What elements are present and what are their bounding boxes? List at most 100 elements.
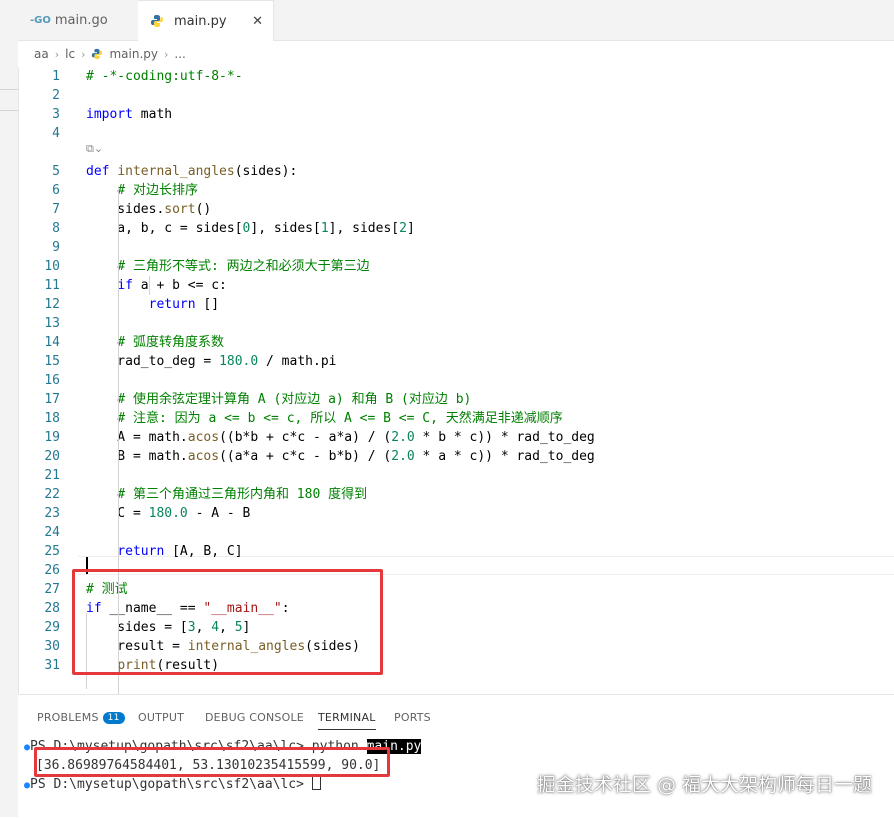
code-line[interactable]: 5 def internal_angles(sides):: [18, 162, 894, 181]
close-icon[interactable]: ✕: [252, 14, 263, 29]
line-number: 3: [52, 107, 60, 122]
code-line[interactable]: 1 # -*-coding:utf-8-*-: [18, 67, 894, 86]
code-text: return []: [86, 295, 219, 314]
code-token: def: [86, 164, 110, 179]
code-token: 2.0: [391, 430, 415, 445]
code-text: rad_to_deg = 180.0 / math.pi: [86, 352, 336, 371]
code-token: * a * c)) * rad_to_deg: [414, 449, 595, 464]
code-line[interactable]: 10 # 三角形不等式: 两边之和必须大于第三边: [18, 257, 894, 276]
tab-label: PROBLEMS: [37, 711, 99, 724]
line-number: 20: [44, 449, 60, 464]
code-line[interactable]: 23 C = 180.0 - A - B: [18, 504, 894, 523]
line-number: 28: [44, 601, 60, 616]
code-token: 2.0: [391, 449, 415, 464]
line-number: 6: [52, 183, 60, 198]
code-line[interactable]: 2: [18, 86, 894, 105]
line-number: 17: [44, 392, 60, 407]
code-token: * b * c)) * rad_to_deg: [414, 430, 595, 445]
watermark: 掘金技术社区 @ 福大大架构师每日一题: [536, 774, 872, 796]
code-line[interactable]: 8 a, b, c = sides[0], sides[1], sides[2]: [18, 219, 894, 238]
line-number: 18: [44, 411, 60, 426]
code-token: a + b <= c:: [132, 278, 227, 293]
code-lens-icon[interactable]: ⧉⌄: [86, 142, 103, 156]
terminal-cursor: [311, 775, 321, 790]
tab-output[interactable]: OUTPUT: [138, 711, 184, 724]
code-token: / math.: [258, 354, 321, 369]
code-line[interactable]: 25 return [A, B, C]: [18, 542, 894, 561]
code-token: [A, B, C]: [164, 544, 243, 559]
code-line[interactable]: 15 rad_to_deg = 180.0 / math.pi: [18, 352, 894, 371]
line-number: 7: [52, 202, 60, 217]
tab-label: main.go: [54, 12, 108, 28]
code-token: sort: [164, 202, 196, 217]
code-token: acos: [187, 430, 220, 445]
highlight-box-output: [34, 747, 390, 777]
code-text: C = 180.0 - A - B: [86, 504, 250, 523]
terminal-prompt: PS D:\mysetup\gopath\src\sf2\aa\lc>: [30, 777, 312, 792]
line-number: 5: [52, 164, 60, 179]
code-line[interactable]: 21: [18, 466, 894, 485]
code-token: # 三角形不等式: 两边之和必须大于第三边: [117, 259, 370, 274]
code-text: A = math.acos((b*b + c*c - a*a) / (2.0 *…: [86, 428, 595, 447]
code-line[interactable]: 20 B = math.acos((a*a + c*c - b*b) / (2.…: [18, 447, 894, 466]
tab-terminal[interactable]: TERMINAL: [318, 711, 376, 730]
tab-debug-console[interactable]: DEBUG CONSOLE: [205, 711, 304, 724]
code-line[interactable]: 18 # 注意: 因为 a <= b <= c, 所以 A <= B <= C,…: [18, 409, 894, 428]
terminal-line: ●PS D:\mysetup\gopath\src\sf2\aa\lc>: [24, 775, 321, 794]
line-number: 30: [44, 639, 60, 654]
code-line[interactable]: 24: [18, 523, 894, 542]
code-line[interactable]: 16: [18, 371, 894, 390]
line-number: 15: [44, 354, 60, 369]
panel-tabs: PROBLEMS 11 OUTPUT DEBUG CONSOLE TERMINAL…: [18, 695, 894, 737]
code-line[interactable]: 22 # 第三个角通过三角形内角和 180 度得到: [18, 485, 894, 504]
code-line[interactable]: 17 # 使用余弦定理计算角 A (对应边 a) 和角 B (对应边 b): [18, 390, 894, 409]
code-token: 1: [320, 221, 329, 236]
code-token: ]: [406, 221, 415, 236]
code-token: a, b, c = sides[: [86, 221, 243, 236]
line-number: 12: [44, 297, 60, 312]
code-text: # 三角形不等式: 两边之和必须大于第三边: [86, 257, 370, 276]
code-token: 2: [399, 221, 407, 236]
highlight-box-test-code: [72, 569, 383, 675]
tab-main-go[interactable]: -GO main.go: [18, 0, 138, 40]
line-number: 14: [44, 335, 60, 350]
code-line[interactable]: 9: [18, 238, 894, 257]
code-text: # 弧度转角度系数: [86, 333, 224, 352]
code-line[interactable]: 6 # 对边长排序: [18, 181, 894, 200]
code-token: - A - B: [187, 506, 251, 521]
code-token: 180.0: [219, 354, 259, 369]
line-number: 1: [52, 69, 60, 84]
breadcrumb-folder-aa[interactable]: aa: [34, 47, 49, 61]
line-number: 21: [44, 468, 60, 483]
tab-problems[interactable]: PROBLEMS 11: [37, 711, 125, 724]
code-line[interactable]: 3 import math: [18, 105, 894, 124]
tab-ports[interactable]: PORTS: [394, 711, 431, 724]
line-number: 29: [44, 620, 60, 635]
line-number: 31: [44, 658, 60, 673]
line-number: 24: [44, 525, 60, 540]
code-line[interactable]: 14 # 弧度转角度系数: [18, 333, 894, 352]
breadcrumb-symbol[interactable]: ...: [174, 47, 185, 61]
code-line[interactable]: 7 sides.sort(): [18, 200, 894, 219]
code-token: 180.0: [148, 506, 188, 521]
line-number: 16: [44, 373, 60, 388]
code-line[interactable]: 12 return []: [18, 295, 894, 314]
code-line[interactable]: 19 A = math.acos((b*b + c*c - a*a) / (2.…: [18, 428, 894, 447]
line-number: 11: [44, 278, 60, 293]
tab-main-py[interactable]: main.py ✕: [138, 0, 274, 41]
code-line[interactable]: 4: [18, 124, 894, 143]
divider: [0, 110, 18, 111]
breadcrumb-file[interactable]: main.py: [109, 47, 158, 61]
code-token: # 对边长排序: [117, 183, 198, 198]
code-line[interactable]: 13: [18, 314, 894, 333]
breadcrumb-folder-lc[interactable]: lc: [65, 47, 75, 61]
line-number: 23: [44, 506, 60, 521]
code-text: import math: [86, 105, 172, 124]
divider: [0, 89, 18, 90]
code-token: B = math.: [86, 449, 188, 464]
